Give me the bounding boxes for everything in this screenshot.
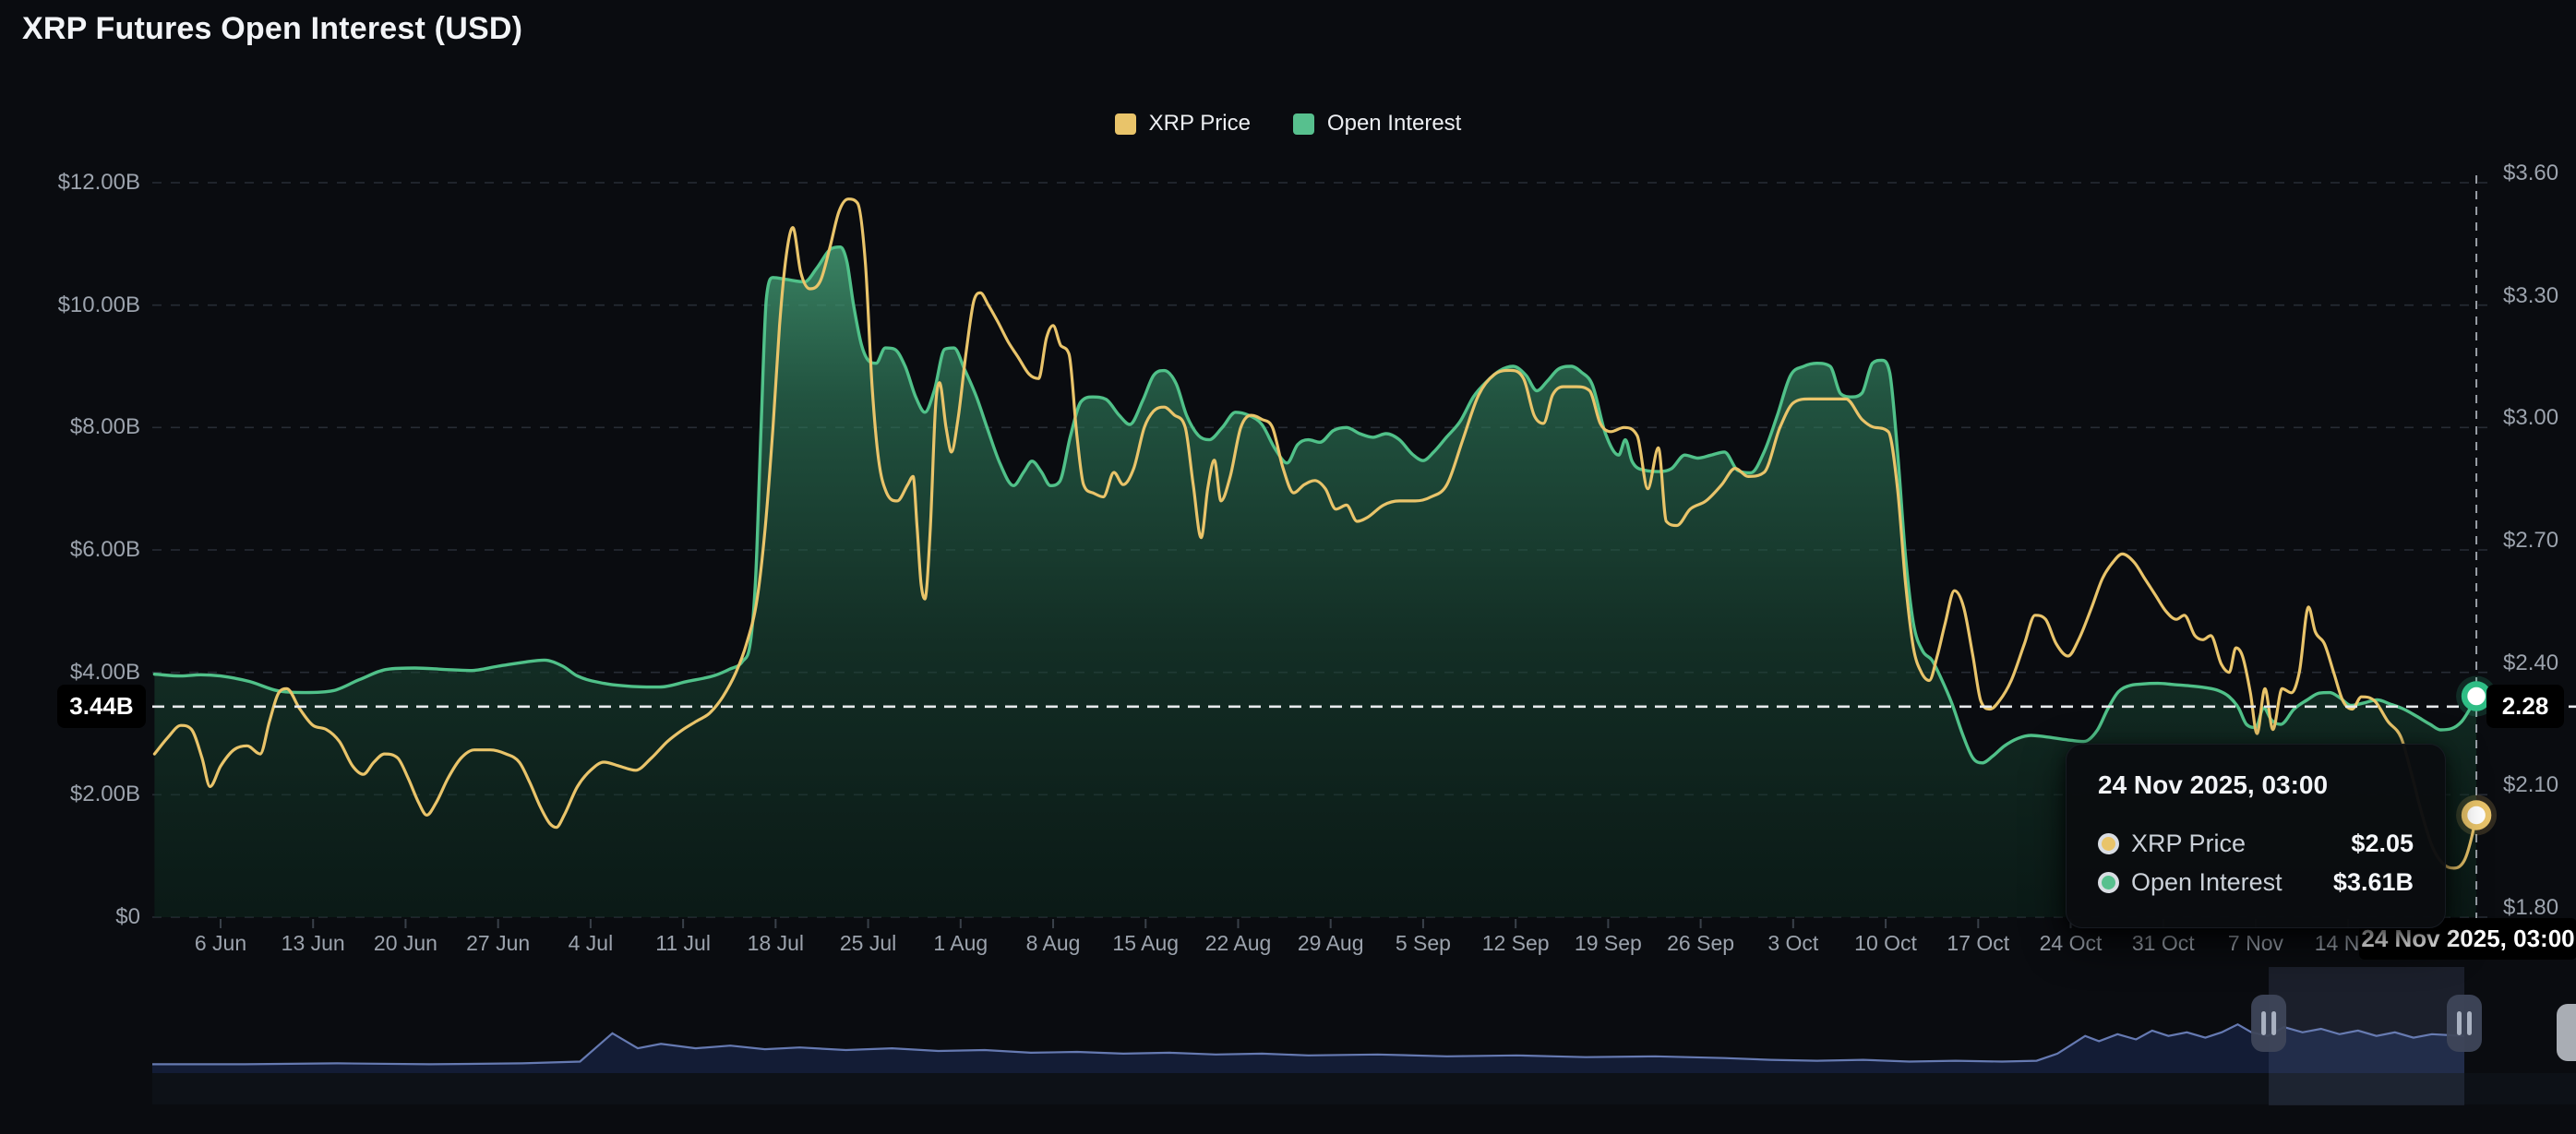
- y-axis-left-label: $0: [115, 904, 140, 929]
- page-title: XRP Futures Open Interest (USD): [22, 11, 523, 46]
- x-axis-label: 25 Jul: [839, 931, 897, 955]
- navigator-baseline-band: [152, 1073, 2576, 1104]
- y-axis-right-label: $3.60: [2503, 161, 2559, 185]
- x-axis-label: 6 Jun: [194, 931, 247, 955]
- x-axis-label: 1 Aug: [933, 931, 988, 955]
- y-axis-left-label: $10.00B: [57, 292, 140, 317]
- x-axis-label: 31 Oct: [2131, 931, 2195, 955]
- open-interest-dot-icon: [2098, 871, 2119, 893]
- tooltip-row-open-interest: Open Interest $3.61B: [2098, 863, 2414, 901]
- navigator-area: [152, 1024, 2464, 1073]
- xrp-price-dot-icon: [2098, 832, 2119, 854]
- tooltip-value: $3.61B: [2332, 867, 2414, 896]
- x-axis-label: 5 Sep: [1395, 931, 1451, 955]
- y-axis-right-label: $2.10: [2503, 772, 2559, 798]
- x-axis-label: 20 Jun: [373, 931, 437, 955]
- navigator[interactable]: [152, 967, 2576, 1105]
- x-axis-label: 15 Aug: [1112, 931, 1180, 955]
- tooltip-label: Open Interest: [2131, 867, 2282, 896]
- x-axis-label: 3 Oct: [1767, 931, 1819, 955]
- oi-last-point-marker: [2461, 681, 2492, 711]
- x-axis-label: 19 Sep: [1574, 931, 1642, 955]
- x-axis-label: 29 Aug: [1297, 931, 1364, 955]
- y-axis-right-label: $2.70: [2503, 528, 2559, 553]
- x-axis-label: 22 Aug: [1204, 931, 1272, 955]
- legend-label: XRP Price: [1148, 111, 1251, 136]
- x-axis-label: 11 Jul: [655, 931, 711, 955]
- x-axis-label: 17 Oct: [1947, 931, 2010, 955]
- y-axis-left-label: $12.00B: [57, 170, 140, 195]
- x-axis-label: 27 Jun: [466, 931, 531, 955]
- y-axis-right-label: $3.00: [2503, 405, 2559, 431]
- y-axis-right-label: $3.30: [2503, 282, 2559, 308]
- y-axis-right-label: $2.40: [2503, 650, 2559, 675]
- oi-current-value-pill: 3.44B: [57, 685, 146, 728]
- tooltip-label: XRP Price: [2131, 829, 2247, 857]
- legend-item-xrp-price[interactable]: XRP Price: [1114, 111, 1251, 137]
- y-axis-left-label: $2.00B: [69, 782, 140, 807]
- tooltip: 24 Nov 2025, 03:00 XRP Price $2.05 Open …: [2066, 744, 2446, 928]
- legend-swatch-icon: [1114, 113, 1136, 135]
- y-axis-left-label: $4.00B: [69, 659, 140, 685]
- legend-swatch-icon: [1292, 113, 1314, 135]
- tooltip-title: 24 Nov 2025, 03:00: [2098, 770, 2329, 799]
- main-chart-canvas[interactable]: [0, 0, 2576, 1134]
- x-axis-label: 24 Oct: [2039, 931, 2103, 955]
- legend-item-open-interest[interactable]: Open Interest: [1292, 111, 1462, 137]
- x-axis-label: 18 Jul: [747, 931, 805, 955]
- price-current-value-pill: 2.28: [2486, 685, 2564, 728]
- y-axis-left-label: $8.00B: [69, 414, 140, 440]
- x-axis-label: 12 Sep: [1481, 931, 1550, 955]
- x-axis-label: 7 Nov: [2227, 931, 2283, 955]
- x-axis-label: 26 Sep: [1667, 931, 1735, 955]
- x-axis-label: 13 Jun: [281, 931, 345, 955]
- y-axis-left-label: $6.00B: [69, 537, 140, 562]
- x-axis-label: 8 Aug: [1025, 931, 1081, 955]
- y-axis-right-label: $1.80: [2503, 895, 2559, 920]
- tooltip-value: $2.05: [2351, 829, 2414, 857]
- x-axis-label: 10 Oct: [1854, 931, 1917, 955]
- navigator-selection[interactable]: [2269, 967, 2464, 1105]
- chart-page: XRP Futures Open Interest (USD) XRP Pric…: [0, 0, 2576, 1134]
- price-last-point-marker: [2461, 800, 2492, 830]
- legend-label: Open Interest: [1326, 111, 1462, 136]
- chart-legend: XRP Price Open Interest: [0, 111, 2576, 137]
- navigator-edge-button[interactable]: [2557, 1004, 2576, 1061]
- x-axis-label: 4 Jul: [568, 931, 614, 955]
- navigator-handle-left[interactable]: [2251, 995, 2287, 1052]
- tooltip-row-xrp-price: XRP Price $2.05: [2098, 824, 2414, 863]
- navigator-handle-right[interactable]: [2447, 995, 2482, 1052]
